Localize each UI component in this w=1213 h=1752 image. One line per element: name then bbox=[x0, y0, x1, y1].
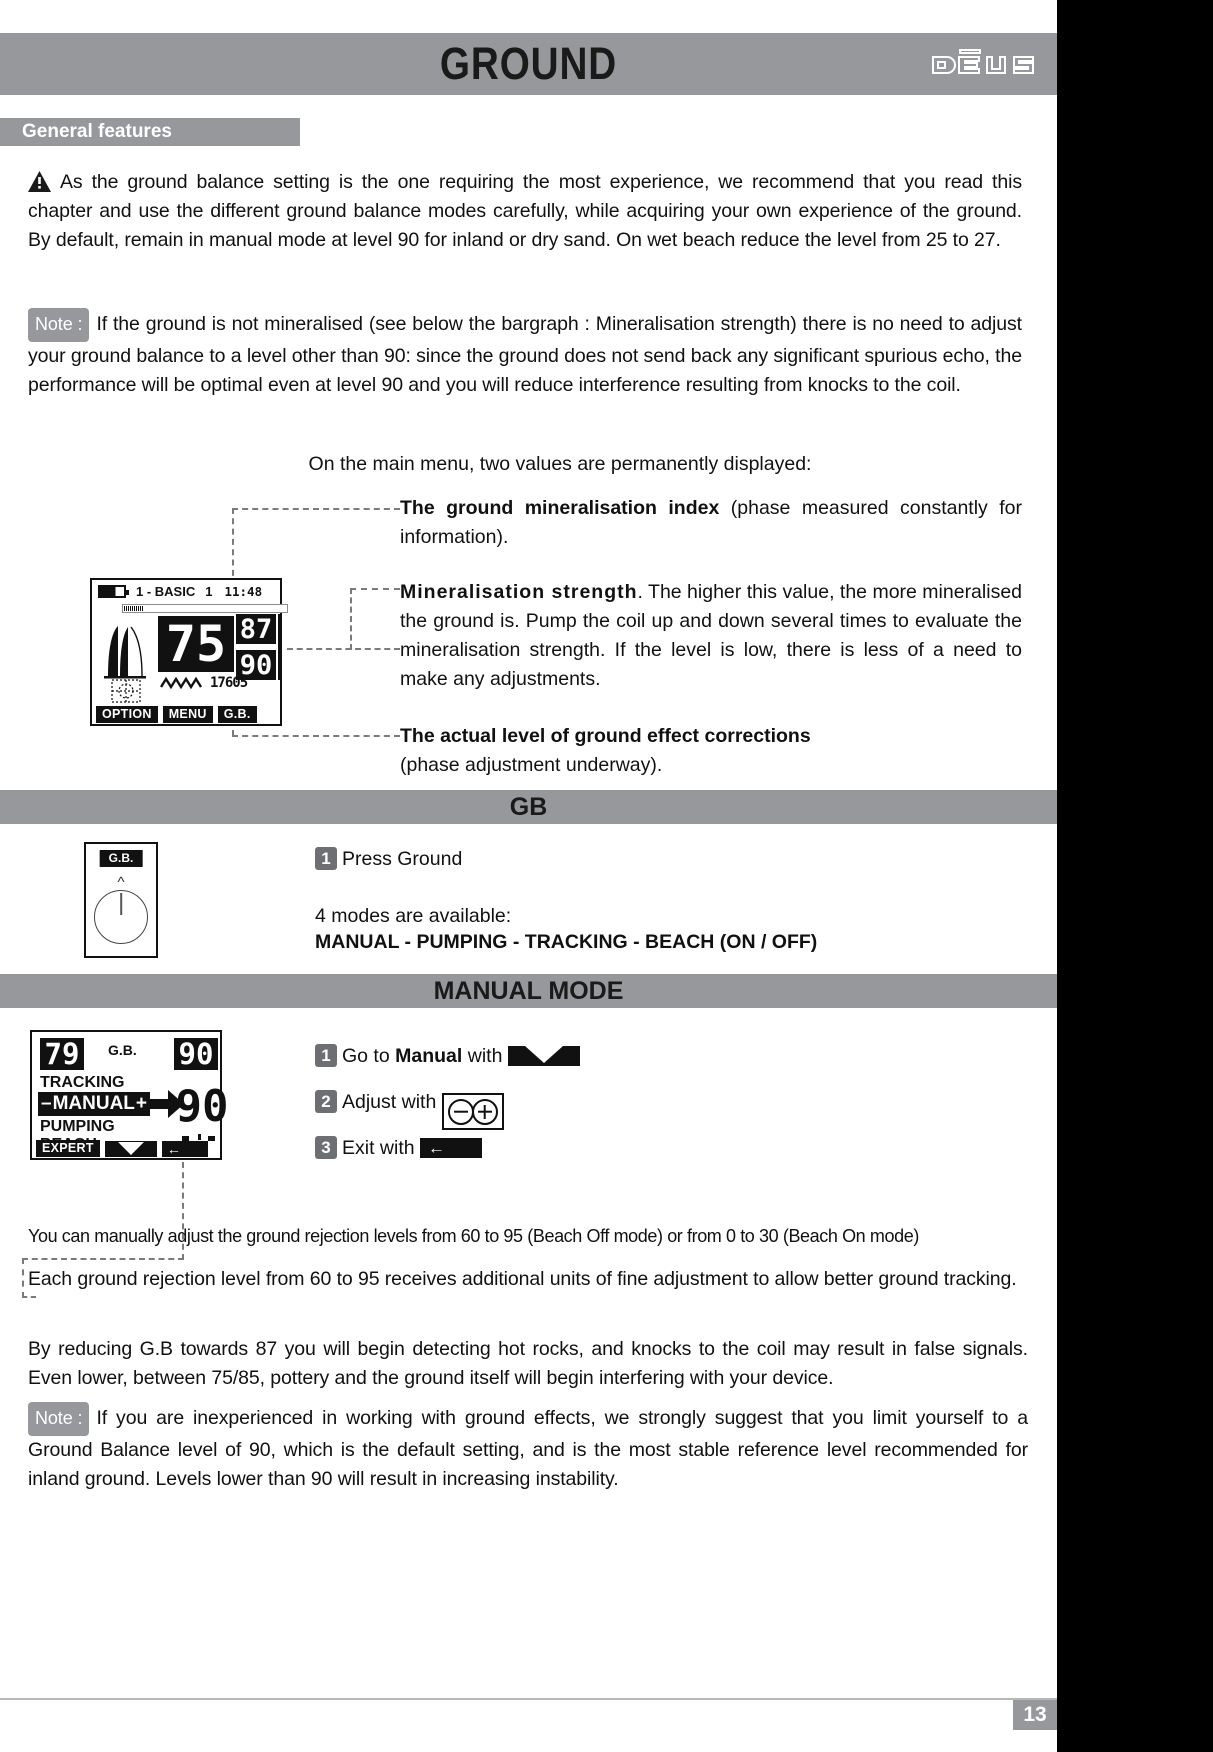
lcd-button-updown[interactable] bbox=[104, 1140, 157, 1157]
step-number-badge: 2 bbox=[315, 1090, 337, 1113]
callout-1: The ground mineralisation index (phase m… bbox=[400, 494, 1022, 552]
lcd-manual-title: G.B. bbox=[108, 1042, 137, 1058]
callout-3-bold: The actual level of ground effect correc… bbox=[400, 725, 811, 747]
warning-paragraph: As the ground balance setting is the one… bbox=[28, 168, 1022, 255]
lcd-manual-value-left: 79 bbox=[40, 1038, 84, 1070]
callout-2-bold: Mineralisation strength bbox=[400, 581, 638, 603]
plus-icon[interactable] bbox=[471, 1098, 498, 1125]
rotary-knob-icon bbox=[94, 890, 148, 944]
lcd-decrement-icon[interactable]: – bbox=[41, 1093, 52, 1115]
note-text: If the ground is not mineralised (see be… bbox=[28, 313, 1022, 396]
minus-plus-key-icon[interactable] bbox=[441, 1093, 504, 1130]
manual-step-2-pre: Adjust with bbox=[342, 1091, 442, 1113]
lcd-manual-button-bar: EXPERT ← bbox=[32, 1139, 220, 1158]
lcd-menu-item-manual-selected[interactable]: – MANUAL + bbox=[38, 1092, 151, 1116]
lcd-increment-icon[interactable]: + bbox=[136, 1093, 147, 1115]
final-note-text: If you are inexperienced in working with… bbox=[28, 1407, 1028, 1490]
manual-step-1-bold: Manual bbox=[395, 1045, 463, 1067]
gb-modes-list: MANUAL - PUMPING - TRACKING - BEACH (ON … bbox=[315, 931, 818, 953]
leader-line-mid2 bbox=[350, 588, 400, 590]
body-paragraph-3: By reducing G.B towards 87 you will begi… bbox=[28, 1338, 1028, 1389]
gb-button-tab-label: G.B. bbox=[99, 850, 143, 867]
back-key-icon[interactable]: ← bbox=[420, 1138, 483, 1158]
lcd-manual-value-right: 90 bbox=[174, 1038, 218, 1070]
note-badge: Note : bbox=[28, 308, 90, 342]
lcd-signal-graphic bbox=[104, 626, 146, 703]
lcd-status-bar: 1 - BASIC 1 11:48 bbox=[92, 580, 280, 602]
lcd-button-gb[interactable]: G.B. bbox=[217, 706, 257, 723]
gb-modes-intro: 4 modes are available: bbox=[315, 905, 512, 927]
step-number-badge: 1 bbox=[315, 1044, 337, 1067]
lcd-button-option[interactable]: OPTION bbox=[96, 706, 158, 723]
body-paragraph-1: You can manually adjust the ground rejec… bbox=[28, 1226, 919, 1246]
lcd-value-mineralisation: 87 bbox=[236, 614, 276, 644]
main-menu-line: On the main menu, two values are permane… bbox=[308, 453, 812, 475]
lcd-button-menu[interactable]: MENU bbox=[162, 706, 213, 723]
warning-icon bbox=[28, 171, 51, 192]
leader-line-top bbox=[232, 508, 400, 510]
section-general-features: General features bbox=[0, 118, 300, 146]
leader-line-mid-drop bbox=[350, 588, 352, 650]
lcd-right-bargraph bbox=[278, 614, 282, 680]
lcd-value-left: 75 bbox=[158, 616, 234, 672]
section-gb-band: GB bbox=[0, 790, 1057, 824]
battery-icon bbox=[98, 584, 129, 598]
gb-step-1-text: Press Ground bbox=[342, 848, 463, 870]
callout-3: The actual level of ground effect correc… bbox=[400, 722, 1022, 780]
leader-line-bottom bbox=[232, 735, 400, 737]
step-number-badge: 1 bbox=[315, 847, 337, 870]
minus-icon[interactable] bbox=[447, 1098, 474, 1125]
step-number-badge: 3 bbox=[315, 1136, 337, 1159]
footer-divider bbox=[0, 1698, 1057, 1700]
manual-step-1-pre: Go to bbox=[342, 1045, 396, 1067]
lcd-button-expert[interactable]: EXPERT bbox=[36, 1140, 100, 1157]
callout-1-bold: The ground mineralisation index bbox=[400, 497, 720, 519]
manual-step-2: 2 Adjust with bbox=[315, 1088, 935, 1130]
gb-step-1: 1 Press Ground bbox=[315, 845, 915, 874]
leader-line-manual-left bbox=[22, 1258, 24, 1298]
note-badge: Note : bbox=[28, 1402, 90, 1436]
manual-step-3: 3 Exit with ← bbox=[315, 1134, 935, 1163]
page-title: GROUND bbox=[439, 38, 618, 89]
lcd-menu-item-pumping[interactable]: PUMPING bbox=[40, 1118, 115, 1136]
body-paragraph-2: Each ground rejection level from 60 to 9… bbox=[28, 1268, 1017, 1290]
note-paragraph: Note : If the ground is not mineralised (… bbox=[28, 308, 1022, 400]
callout-3-rest: (phase adjustment underway). bbox=[400, 754, 663, 776]
section-manual-mode-band: MANUAL MODE bbox=[0, 974, 1057, 1008]
updown-key-icon[interactable] bbox=[507, 1046, 580, 1066]
deus-logo bbox=[929, 47, 1037, 81]
lcd-button-bar: OPTION MENU G.B. bbox=[92, 705, 280, 724]
leader-line-mid bbox=[287, 648, 400, 650]
gb-button-illustration: G.B. ^ bbox=[84, 842, 158, 958]
leader-line-manual-h2 bbox=[22, 1296, 36, 1298]
lcd-manual-screen: 79 G.B. 90 TRACKING –MANUAL+ PUMPING BEA… bbox=[30, 1030, 229, 1160]
lcd-wave-icon bbox=[160, 676, 203, 690]
lcd-manual-big-value: 90 bbox=[175, 1081, 229, 1132]
page-canvas: GROUND General features As the ground ba… bbox=[0, 0, 1057, 1752]
lcd-button-back[interactable]: ← bbox=[161, 1140, 208, 1157]
lcd-counter: 17605 bbox=[210, 675, 248, 691]
chevron-up-icon: ^ bbox=[117, 874, 125, 891]
manual-step-3-pre: Exit with bbox=[342, 1137, 421, 1159]
callout-2: Mineralisation strength. The higher this… bbox=[400, 578, 1022, 694]
leader-line-manual-h bbox=[22, 1258, 184, 1260]
lcd-menu-item-tracking[interactable]: TRACKING bbox=[40, 1074, 124, 1092]
manual-step-1-post: with bbox=[462, 1045, 508, 1067]
manual-step-1: 1 Go to Manual with bbox=[315, 1042, 935, 1071]
lcd-clock: 11:48 bbox=[224, 583, 263, 599]
lcd-prog-number: 1 bbox=[205, 583, 213, 599]
lcd-bargraph bbox=[122, 604, 288, 613]
page-header: GROUND bbox=[0, 33, 1057, 95]
lcd-main-screen: 1 - BASIC 1 11:48 75 87 90 17605 OPTION … bbox=[90, 578, 288, 726]
lcd-menu-item-label: MANUAL bbox=[52, 1093, 135, 1114]
final-note-paragraph: Note : If you are inexperienced in workin… bbox=[28, 1402, 1028, 1494]
warning-text: As the ground balance setting is the one… bbox=[28, 171, 1022, 251]
lcd-mode-label: 1 - BASIC bbox=[136, 583, 196, 599]
page-number: 13 bbox=[1013, 1700, 1057, 1730]
